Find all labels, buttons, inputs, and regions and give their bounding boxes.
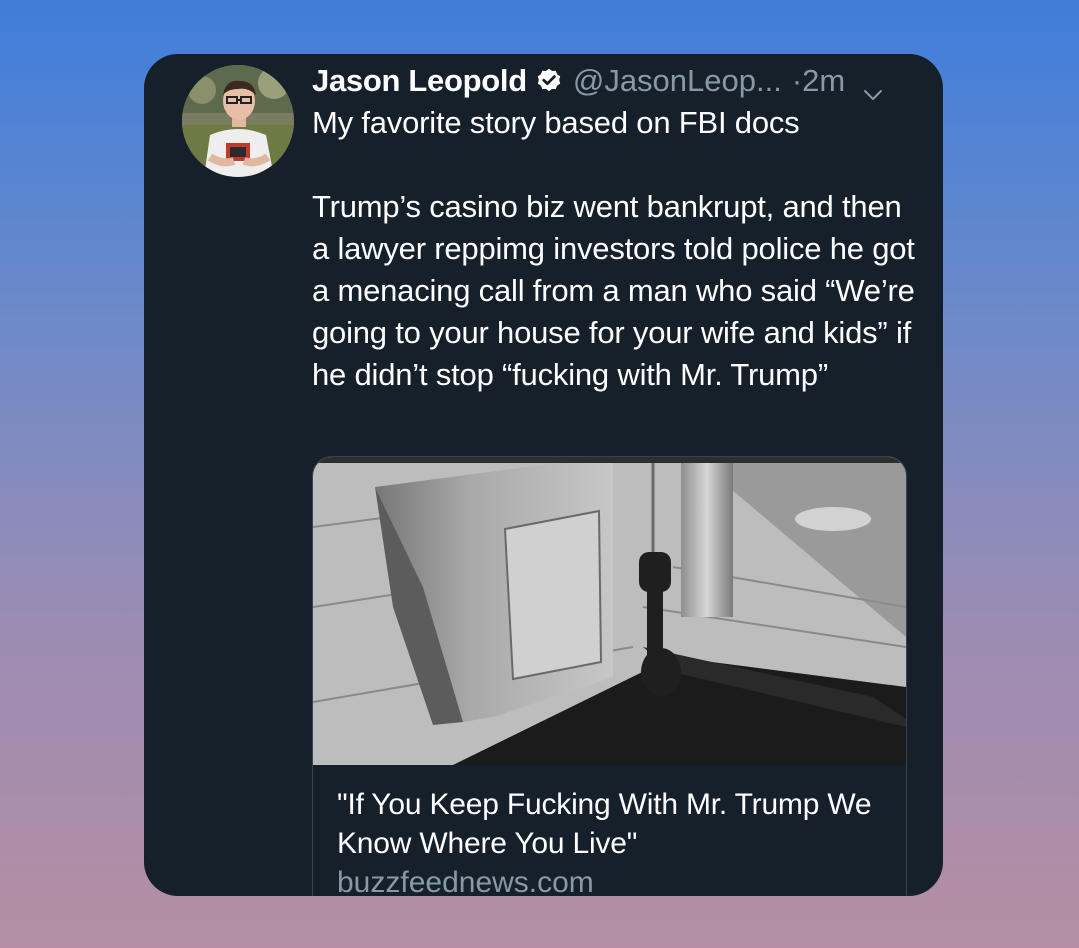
avatar-photo (182, 65, 294, 177)
tweet-header: Jason Leopold @JasonLeop... · 2m (312, 60, 912, 102)
separator-dot: · (791, 63, 803, 98)
tweet-timestamp[interactable]: 2m (802, 63, 845, 99)
link-preview-image (313, 457, 906, 765)
tweet-card[interactable]: Jason Leopold @JasonLeop... · 2m My favo… (144, 54, 943, 896)
chevron-down-icon[interactable] (863, 74, 883, 100)
tweet-text: My favorite story based on FBI docs Trum… (312, 105, 915, 392)
author-name[interactable]: Jason Leopold (312, 63, 527, 99)
verified-badge-icon (535, 67, 563, 95)
link-title[interactable]: "If You Keep Fucking With Mr. Trump We K… (337, 785, 897, 863)
link-preview-card[interactable]: "If You Keep Fucking With Mr. Trump We K… (312, 456, 907, 896)
avatar[interactable] (182, 65, 294, 177)
author-handle[interactable]: @JasonLeop... (573, 63, 782, 99)
link-domain: buzzfeednews.com (337, 866, 594, 896)
